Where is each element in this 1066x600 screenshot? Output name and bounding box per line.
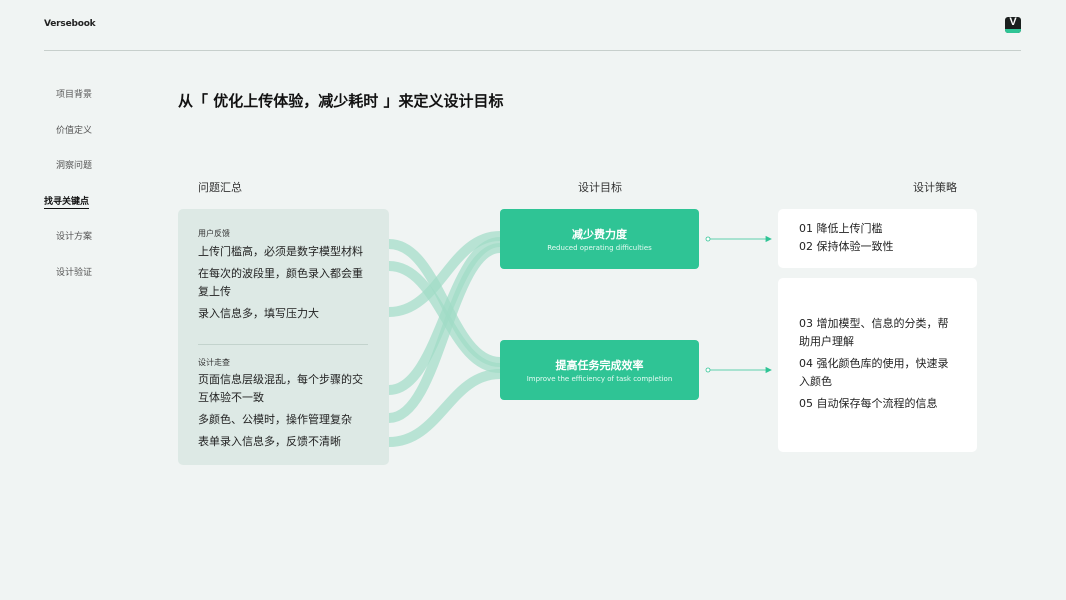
strategy-card-2: 03 增加模型、信息的分类，帮助用户理解 04 强化颜色库的使用，快速录入颜色 … [778, 278, 977, 452]
strategy-item: 01 降低上传门槛 [799, 222, 883, 235]
goal-title: 减少费力度 [572, 228, 627, 241]
strategy-item: 05 自动保存每个流程的信息 [799, 397, 938, 410]
problem-item: 页面信息层级混乱，每个步骤的交互体验不一致 [198, 373, 363, 404]
goal-card-efficiency: 提高任务完成效率 Improve the efficiency of task … [500, 340, 699, 400]
group-title-design-review: 设计走查 [198, 358, 230, 367]
strategy-item: 04 强化颜色库的使用，快速录入颜色 [799, 357, 949, 388]
problem-item: 在每次的波段里，颜色录入都会重复上传 [198, 267, 363, 298]
group-divider [198, 344, 368, 345]
problem-item: 录入信息多，填写压力大 [198, 307, 319, 320]
goal-subtitle: Reduced operating difficulties [547, 244, 652, 252]
goal-card-reduce-effort: 减少费力度 Reduced operating difficulties [500, 209, 699, 269]
problem-item: 上传门槛高，必须是数字模型材料 [198, 245, 363, 258]
problem-item: 多颜色、公模时，操作管理复杂 [198, 413, 352, 426]
strategy-card-1: 01 降低上传门槛 02 保持体验一致性 [778, 209, 977, 268]
goal-subtitle: Improve the efficiency of task completio… [526, 375, 673, 383]
connector-dot [705, 236, 711, 242]
strategy-item: 03 增加模型、信息的分类，帮助用户理解 [799, 317, 949, 348]
arrow-head [765, 235, 772, 243]
arrow-head [765, 366, 772, 374]
goal-title: 提高任务完成效率 [555, 359, 644, 372]
problem-item: 表单录入信息多，反馈不清晰 [198, 435, 341, 448]
connector-dot [705, 367, 711, 373]
group-title-user-feedback: 用户反馈 [198, 229, 230, 238]
problems-panel: 用户反馈 上传门槛高，必须是数字模型材料 在每次的波段里，颜色录入都会重复上传 … [178, 209, 389, 465]
strategy-item: 02 保持体验一致性 [799, 240, 894, 253]
